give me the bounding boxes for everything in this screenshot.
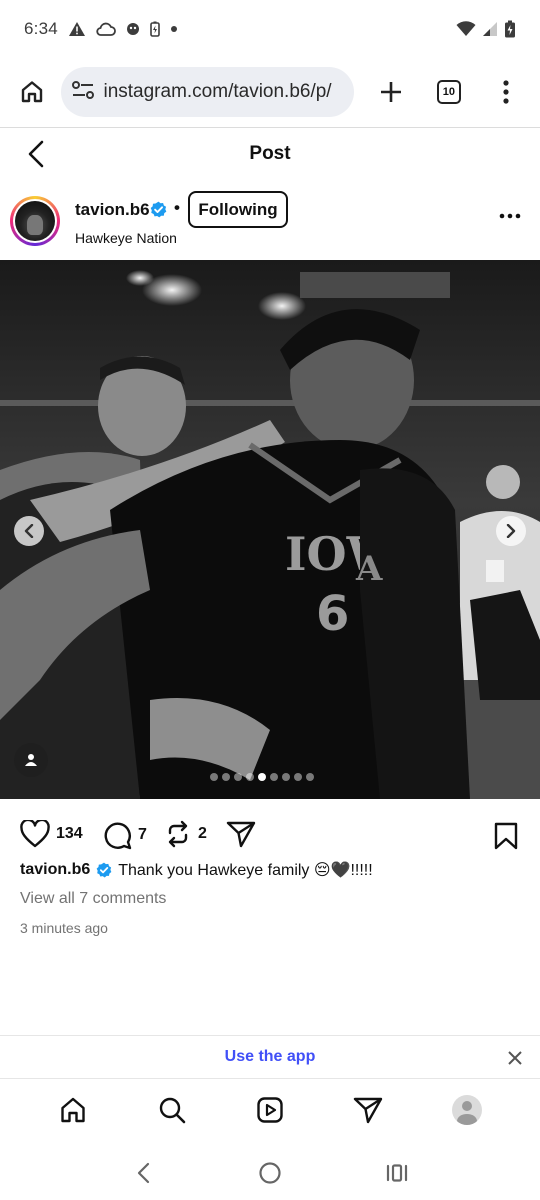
close-icon (508, 1051, 522, 1065)
nav-search[interactable] (150, 1088, 194, 1132)
status-bar: 6:34 (0, 0, 540, 58)
browser-menu-button[interactable] (485, 70, 528, 114)
post-caption: tavion.b6 Thank you Hawkeye family 😔🖤!!!… (20, 860, 520, 880)
repost-count[interactable]: 2 (198, 825, 207, 843)
system-back-button[interactable] (123, 1153, 163, 1193)
post-timestamp: 3 minutes ago (20, 920, 108, 936)
banner-close-button[interactable] (504, 1047, 526, 1069)
battery-icon (504, 20, 516, 38)
post-author-row: tavion.b6 • Following Hawkeye Nation (0, 190, 540, 254)
more-horizontal-icon (499, 213, 521, 219)
carousel-dot (282, 773, 290, 781)
following-button[interactable]: Following (188, 191, 288, 228)
share-action[interactable] (226, 820, 256, 848)
url-text[interactable]: instagram.com/tavion.b6/p/ (103, 81, 331, 103)
status-notification-icons (68, 21, 178, 37)
post-header: Post (0, 128, 540, 180)
post-photo[interactable]: IOWA 6 A (0, 260, 540, 799)
nav-direct[interactable] (346, 1088, 390, 1132)
back-button[interactable] (20, 138, 52, 170)
reels-icon (257, 1097, 283, 1123)
plus-icon (381, 82, 402, 102)
system-navigation (0, 1145, 540, 1200)
wifi-icon (456, 21, 476, 37)
post-actions: 134 7 2 (0, 816, 540, 856)
warning-icon (68, 21, 86, 37)
browser-home-button[interactable] (12, 72, 51, 112)
view-all-comments-link[interactable]: View all 7 comments (20, 890, 166, 908)
address-bar[interactable]: instagram.com/tavion.b6/p/ (61, 67, 354, 117)
bookmark-icon (494, 822, 518, 850)
profile-avatar (451, 1095, 482, 1125)
author-username[interactable]: tavion.b6 (75, 200, 150, 220)
use-app-banner: Use the app (0, 1035, 540, 1079)
carousel-dot (294, 773, 302, 781)
page-title: Post (249, 143, 291, 164)
browser-toolbar: instagram.com/tavion.b6/p/ 10 (0, 58, 540, 126)
home-icon (21, 81, 42, 103)
separator-dot: • (174, 198, 180, 217)
post-options-button[interactable] (498, 204, 522, 228)
tab-count: 10 (436, 80, 461, 104)
carousel-dot (210, 773, 218, 781)
repost-action: 2 (164, 820, 207, 848)
comment-count[interactable]: 7 (138, 826, 147, 844)
carousel-dot (246, 773, 254, 781)
chevron-left-icon (28, 140, 44, 168)
system-recents-button[interactable] (377, 1153, 417, 1193)
system-home-button[interactable] (250, 1153, 290, 1193)
author-avatar[interactable] (10, 196, 60, 246)
caption-text: Thank you Hawkeye family 😔🖤!!!!! (118, 862, 373, 879)
carousel-previous-button[interactable] (14, 516, 44, 546)
save-button[interactable] (494, 822, 518, 855)
home-icon (61, 1097, 85, 1123)
svg-text:A: A (355, 549, 383, 589)
svg-text:6: 6 (316, 586, 349, 642)
bottom-navigation (0, 1080, 540, 1140)
direct-icon (354, 1097, 383, 1124)
use-app-link[interactable]: Use the app (225, 1048, 316, 1066)
kebab-menu-icon (503, 80, 509, 104)
carousel-next-button[interactable] (496, 516, 526, 546)
carousel-dot (306, 773, 314, 781)
status-time: 6:34 (24, 19, 58, 38)
repost-icon[interactable] (164, 820, 192, 848)
carousel-dot-active (258, 773, 266, 781)
like-action: 134 (20, 820, 83, 848)
circle-home-icon (259, 1161, 281, 1184)
more-notifications-dot-icon (170, 25, 178, 33)
site-settings-icon[interactable] (71, 79, 95, 106)
chevron-right-icon (506, 524, 516, 538)
comment-action: 7 (102, 820, 147, 850)
like-count[interactable]: 134 (56, 825, 83, 843)
post-location[interactable]: Hawkeye Nation (75, 230, 177, 246)
carousel-indicator (210, 773, 314, 781)
chevron-left-icon (138, 1162, 150, 1183)
battery-charging-icon (150, 21, 160, 37)
comment-icon[interactable] (102, 820, 132, 850)
caption-username[interactable]: tavion.b6 (20, 861, 90, 879)
person-icon (25, 754, 37, 766)
new-tab-button[interactable] (370, 70, 413, 114)
cloud-icon (96, 22, 116, 36)
nav-home[interactable] (51, 1088, 95, 1132)
tagged-users-button[interactable] (14, 743, 48, 777)
send-icon (226, 821, 256, 848)
search-icon (159, 1097, 185, 1124)
chevron-left-icon (24, 524, 34, 538)
verified-badge-icon (96, 862, 112, 878)
photo-scene: IOWA 6 A (0, 260, 540, 799)
carousel-dot (270, 773, 278, 781)
signal-icon (482, 21, 498, 37)
nav-reels[interactable] (248, 1088, 292, 1132)
nav-profile[interactable] (445, 1088, 489, 1132)
tab-switcher-button[interactable]: 10 (427, 70, 470, 114)
app-notification-icon (126, 22, 140, 36)
carousel-dot (234, 773, 242, 781)
recents-icon (386, 1163, 407, 1182)
status-system-icons (456, 20, 516, 38)
carousel-dot (222, 773, 230, 781)
heart-icon[interactable] (20, 820, 50, 848)
verified-badge-icon (150, 201, 167, 218)
